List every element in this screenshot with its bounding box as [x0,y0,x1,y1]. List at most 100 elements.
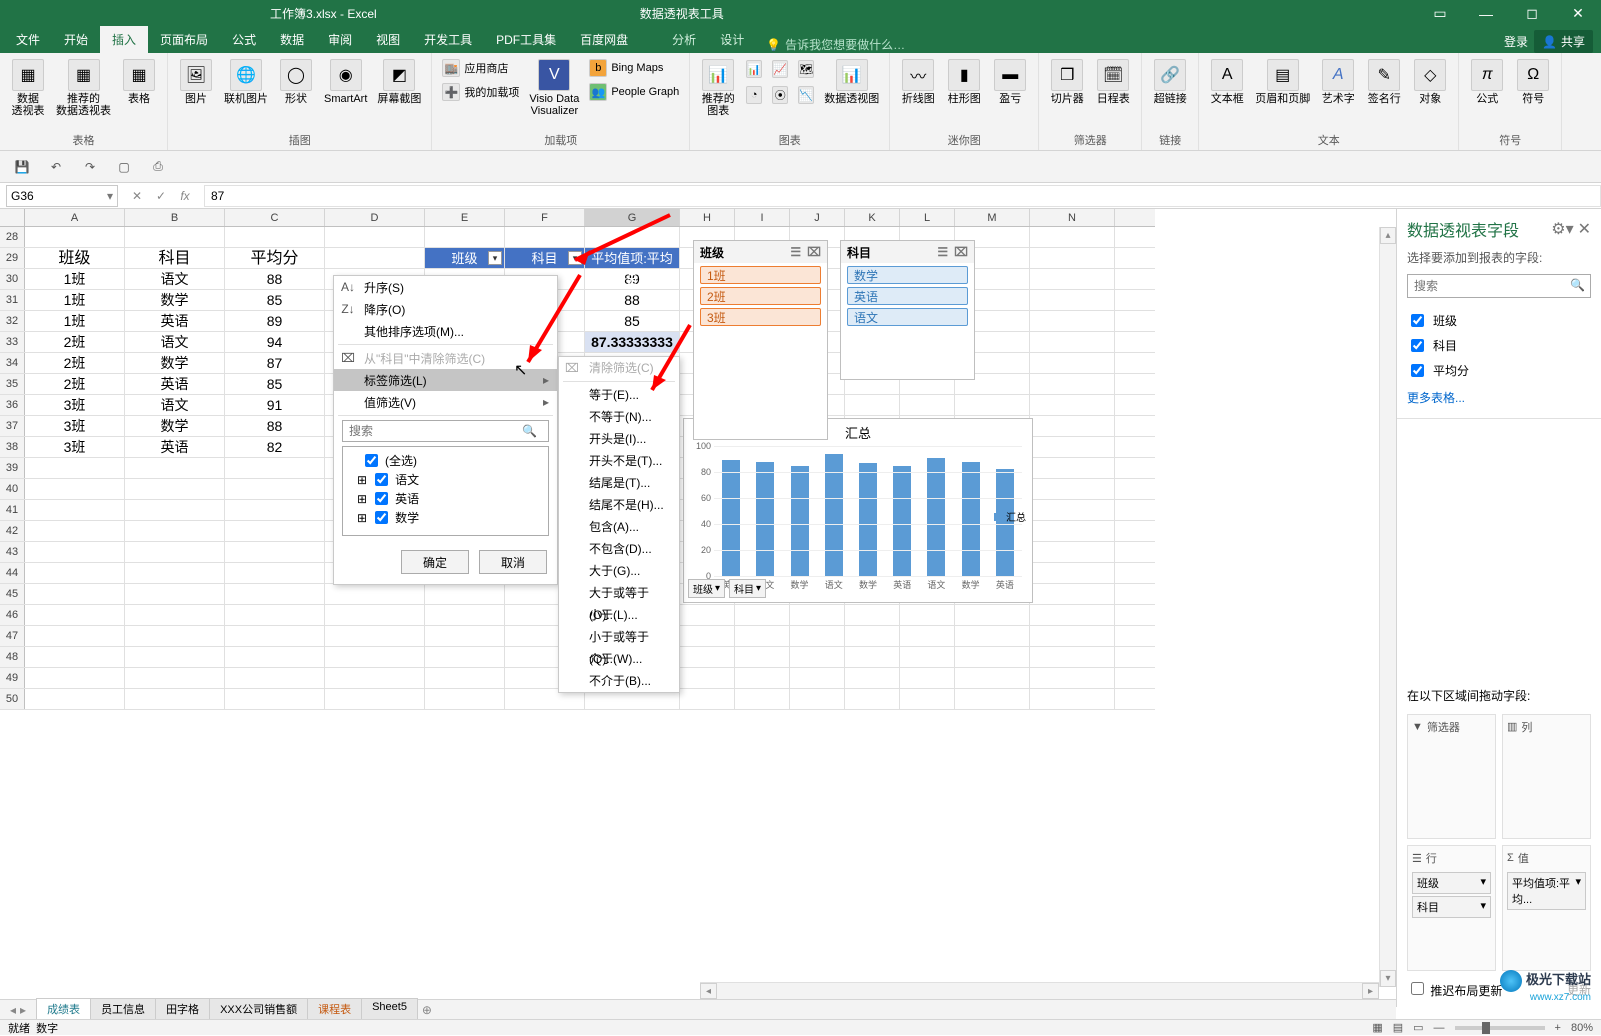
cell[interactable] [125,605,225,625]
pivot-field-check[interactable]: 科目 [1407,333,1591,358]
chart-type-5[interactable]: ⦿ [768,83,792,107]
cell[interactable] [680,668,735,688]
cell[interactable]: 82 [225,437,325,457]
cell[interactable] [900,605,955,625]
cell[interactable] [1030,542,1115,562]
cell[interactable]: 英语 [125,437,225,457]
cell[interactable]: 88 [225,269,325,289]
cell[interactable] [955,626,1030,646]
area-chip[interactable]: 平均值项:平均...▾ [1507,872,1586,910]
cell[interactable] [325,689,425,709]
cell[interactable]: 数学 [125,416,225,436]
chart-type-6[interactable]: 📉 [794,83,818,107]
cell[interactable] [790,647,845,667]
cell[interactable] [1030,416,1115,436]
cell[interactable] [1030,605,1115,625]
sort-ascending-item[interactable]: A↓升序(S) [334,276,557,298]
row-header[interactable]: 33 [0,332,25,352]
label-filter-option[interactable]: 开头不是(T)... [559,450,679,472]
cell[interactable] [1030,521,1115,541]
col-header[interactable]: I [735,209,790,226]
shapes-button[interactable]: ◯形状 [274,57,318,107]
select-all-corner[interactable] [0,209,25,226]
area-chip[interactable]: 科目▾ [1412,896,1491,918]
zoom-in-button[interactable]: + [1555,1022,1561,1034]
cell[interactable] [680,689,735,709]
sparkline-winloss-button[interactable]: ▬盈亏 [988,57,1032,107]
cell[interactable] [680,605,735,625]
col-header[interactable]: A [25,209,125,226]
qat-print-button[interactable]: ⎙ [146,155,170,179]
cell[interactable] [325,668,425,688]
cell[interactable] [790,626,845,646]
equation-button[interactable]: π公式 [1465,57,1509,107]
new-sheet-button[interactable]: ⊕ [417,1003,437,1017]
cell[interactable] [1030,227,1115,247]
label-filter-option[interactable]: 小于(L)... [559,604,679,626]
cell[interactable] [1030,332,1115,352]
sort-descending-item[interactable]: Z↓降序(O) [334,298,557,320]
cell[interactable]: 94 [225,332,325,352]
cell[interactable] [1030,689,1115,709]
cell[interactable] [1030,248,1115,268]
cell[interactable] [425,227,505,247]
formula-input[interactable] [204,185,1601,207]
textbox-button[interactable]: A文本框 [1205,57,1249,107]
row-header[interactable]: 42 [0,521,25,541]
slicer-button[interactable]: ❒切片器 [1045,57,1089,107]
multi-select-icon[interactable]: ☰ [937,245,948,259]
cell[interactable] [225,521,325,541]
tab-pdf[interactable]: PDF工具集 [484,26,568,53]
cell[interactable] [225,458,325,478]
cell[interactable] [125,227,225,247]
cell[interactable] [125,668,225,688]
columns-area[interactable]: ▥ 列 [1502,714,1591,840]
cell[interactable]: 3班 [25,395,125,415]
cell[interactable] [425,605,505,625]
row-header[interactable]: 45 [0,584,25,604]
panel-search-input[interactable] [1407,274,1591,298]
cell[interactable] [845,626,900,646]
screenshot-button[interactable]: ◩屏幕截图 [373,57,425,107]
chart-type-2[interactable]: 📈 [768,57,792,81]
cell[interactable]: 语文 [125,332,225,352]
slicer-class[interactable]: 班级☰⌧ 1班2班3班 [693,240,828,440]
cell[interactable] [25,500,125,520]
redo-button[interactable]: ↷ [78,155,102,179]
label-filter-option[interactable]: 不包含(D)... [559,538,679,560]
cell[interactable] [790,605,845,625]
slicer-item[interactable]: 3班 [700,308,821,326]
row-header[interactable]: 47 [0,626,25,646]
slicer-item[interactable]: 1班 [700,266,821,284]
cell[interactable]: 2班 [25,332,125,352]
scroll-right-button[interactable]: ▸ [1362,983,1379,999]
cell[interactable]: 85 [585,311,680,331]
label-filter-option[interactable]: 等于(E)... [559,384,679,406]
cell[interactable] [735,626,790,646]
recommended-charts-button[interactable]: 📊推荐的 图表 [696,57,740,119]
cell[interactable] [325,248,425,268]
tab-insert[interactable]: 插入 [100,26,148,53]
row-header[interactable]: 32 [0,311,25,331]
close-button[interactable]: ✕ [1555,0,1601,27]
col-header[interactable]: N [1030,209,1115,226]
horizontal-scrollbar[interactable]: ◂ ▸ [700,982,1379,999]
pictures-button[interactable]: 🖼图片 [174,57,218,107]
sheet-tab[interactable]: 成绩表 [36,998,91,1021]
ribbon-options-icon[interactable]: ▭ [1417,0,1463,27]
tab-layout[interactable]: 页面布局 [148,26,220,53]
chart-filter-class[interactable]: 班级 ▾ [688,579,725,598]
row-header[interactable]: 39 [0,458,25,478]
cell[interactable]: 89 [225,311,325,331]
col-header[interactable]: L [900,209,955,226]
row-header[interactable]: 31 [0,290,25,310]
sheet-tab[interactable]: 员工信息 [90,998,156,1021]
cell[interactable] [225,227,325,247]
cell[interactable]: 1班 [25,290,125,310]
cell[interactable] [845,647,900,667]
row-header[interactable]: 46 [0,605,25,625]
col-header[interactable]: J [790,209,845,226]
col-header[interactable]: F [505,209,585,226]
cell[interactable] [25,605,125,625]
col-header[interactable]: K [845,209,900,226]
